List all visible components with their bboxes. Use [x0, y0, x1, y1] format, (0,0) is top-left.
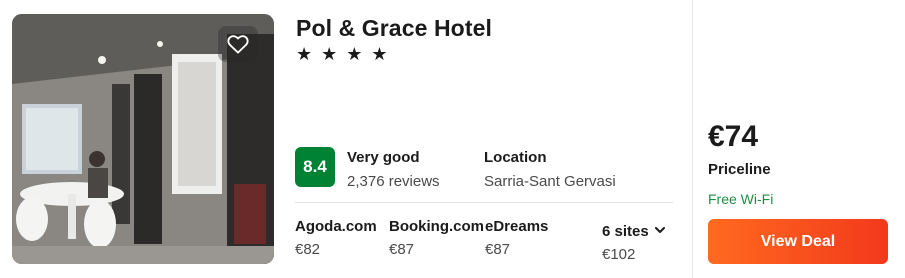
- more-sites-price: €102: [602, 246, 636, 263]
- offer-price: €82: [295, 241, 321, 258]
- offer-booking[interactable]: Booking.com €87: [389, 218, 484, 258]
- location-value: Sarria-Sant Gervasi: [484, 173, 616, 190]
- view-deal-button[interactable]: View Deal: [708, 219, 888, 264]
- review-score-badge: 8.4: [295, 147, 335, 187]
- review-count[interactable]: 2,376 reviews: [347, 173, 440, 190]
- heart-outline-icon: [227, 35, 249, 54]
- offer-edreams[interactable]: eDreams €87: [485, 218, 548, 258]
- chevron-down-icon: [654, 221, 665, 239]
- best-price: €74: [708, 120, 759, 153]
- divider: [295, 202, 673, 203]
- hotel-name[interactable]: Pol & Grace Hotel: [296, 15, 492, 42]
- location-label: Location: [484, 149, 547, 166]
- offer-site-name: Agoda.com: [295, 218, 377, 235]
- offer-price: €87: [389, 241, 415, 258]
- favorite-button[interactable]: [218, 26, 258, 62]
- deal-provider: Priceline: [708, 161, 771, 178]
- star-rating: ★ ★ ★ ★: [296, 44, 390, 64]
- offer-site-name: Booking.com: [389, 218, 485, 235]
- offer-site-name: eDreams: [485, 218, 549, 235]
- hotel-result-card[interactable]: Pol & Grace Hotel ★ ★ ★ ★ 8.4 Very good …: [0, 0, 905, 278]
- more-sites-dropdown[interactable]: 6 sites €102: [602, 221, 665, 263]
- amenity-label: Free Wi-Fi: [708, 191, 774, 207]
- column-divider: [692, 0, 693, 278]
- rating-label: Very good: [347, 149, 420, 166]
- offer-agoda[interactable]: Agoda.com €82: [295, 218, 377, 258]
- offer-price: €87: [485, 241, 511, 258]
- more-sites-label: 6 sites: [602, 223, 649, 240]
